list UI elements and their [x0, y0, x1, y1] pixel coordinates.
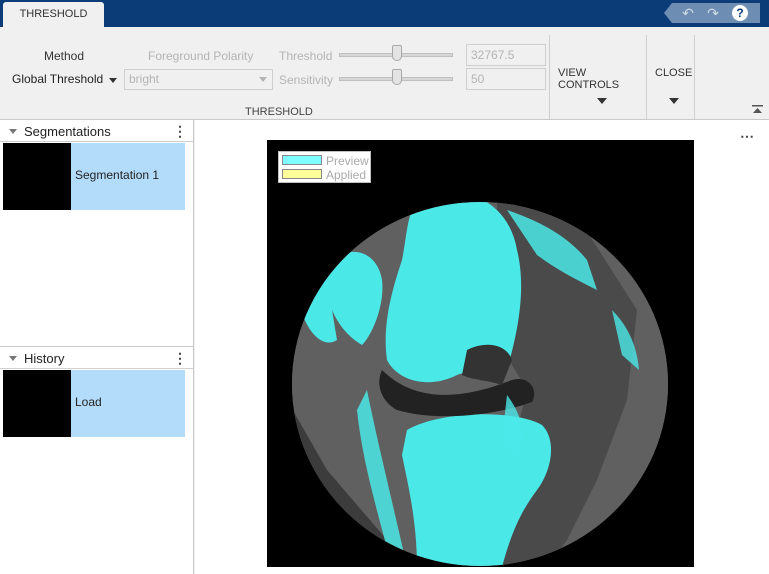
history-item[interactable]: Load [3, 370, 185, 437]
collapse-toolstrip-icon[interactable] [752, 105, 763, 116]
threshold-section-title: THRESHOLD [245, 106, 313, 118]
more-options-icon[interactable]: ⋮ [173, 123, 187, 140]
close-label: CLOSE [655, 67, 693, 79]
close-button[interactable]: CLOSE [649, 35, 694, 117]
preview-swatch [282, 155, 322, 165]
toolstrip: Method Global Threshold Foreground Polar… [0, 27, 769, 120]
separator [549, 35, 550, 119]
help-icon[interactable]: ? [732, 5, 748, 21]
threshold-slider-thumb[interactable] [392, 45, 402, 61]
knee-mri-overlay [292, 202, 668, 566]
history-header[interactable]: History ⋮ [0, 347, 193, 369]
more-options-icon[interactable]: ⋮ [173, 350, 187, 367]
method-dropdown[interactable]: Global Threshold [8, 69, 120, 90]
segmentations-title: Segmentations [24, 124, 111, 139]
threshold-label: Threshold [279, 49, 333, 63]
mri-image[interactable]: Preview Applied [267, 140, 694, 567]
foreground-polarity-label: Foreground Polarity [148, 49, 254, 63]
collapse-arrow-icon[interactable] [9, 129, 17, 134]
segmentation-item-label: Segmentation 1 [75, 168, 160, 182]
sensitivity-label: Sensitivity [279, 73, 334, 87]
view-controls-button[interactable]: VIEW CONTROLS [553, 35, 645, 117]
redo-icon[interactable]: ↷ [703, 4, 723, 22]
undo-icon[interactable]: ↶ [678, 4, 698, 22]
method-value: Global Threshold [12, 72, 104, 86]
separator [694, 35, 695, 119]
segmentation-item[interactable]: Segmentation 1 [3, 143, 185, 210]
overlay-legend: Preview Applied [278, 151, 371, 183]
foreground-polarity-value: bright [129, 72, 160, 86]
sensitivity-slider-thumb[interactable] [392, 69, 402, 85]
more-options-icon[interactable]: ⋯ [740, 128, 755, 145]
segmentation-thumbnail [3, 143, 71, 210]
separator [646, 35, 647, 119]
left-pane: Segmentations ⋮ Segmentation 1 History ⋮… [0, 120, 194, 574]
image-view: ⋯ Preview Applied [195, 120, 769, 574]
chevron-down-icon [109, 78, 117, 83]
sensitivity-value-field[interactable]: 50 [466, 68, 546, 90]
history-thumbnail [3, 370, 71, 437]
history-item-label: Load [75, 395, 102, 409]
chevron-down-icon [669, 98, 679, 104]
collapse-arrow-icon[interactable] [9, 356, 17, 361]
tab-bar: THRESHOLD ↶ ↷ ? [0, 0, 769, 27]
threshold-value-field[interactable]: 32767.5 [466, 44, 546, 66]
foreground-polarity-dropdown[interactable]: bright [124, 69, 273, 90]
chevron-down-icon [259, 77, 267, 82]
history-title: History [24, 351, 65, 366]
segmentations-header[interactable]: Segmentations ⋮ [0, 120, 193, 142]
chevron-down-icon [597, 98, 607, 104]
legend-applied-label: Applied [326, 168, 367, 182]
legend-preview-label: Preview [326, 154, 369, 168]
view-controls-label: VIEW CONTROLS [558, 67, 620, 91]
tab-threshold[interactable]: THRESHOLD [3, 2, 104, 27]
method-label: Method [44, 49, 85, 63]
applied-swatch [282, 169, 322, 179]
